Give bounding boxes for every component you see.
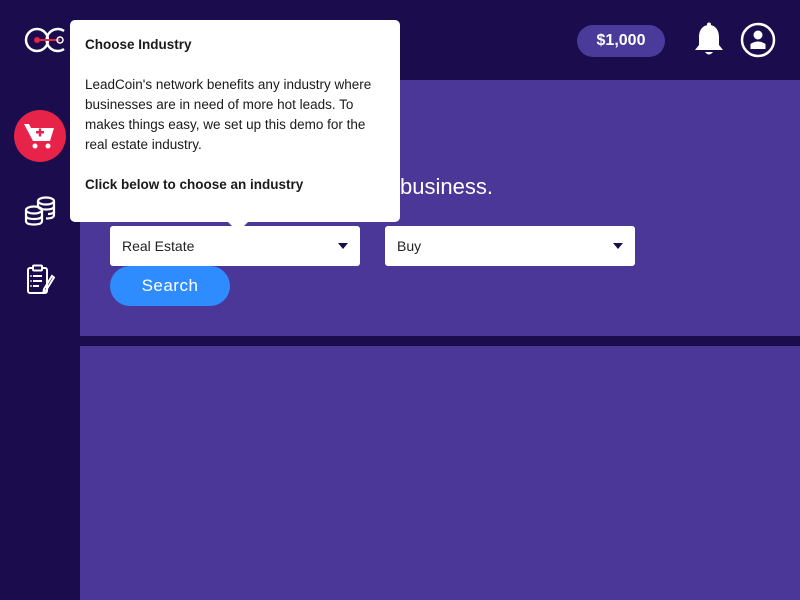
buy-sell-select[interactable]: Buy <box>385 226 635 266</box>
user-circle-icon[interactable] <box>740 22 776 58</box>
leadcoin-logo-icon[interactable] <box>24 24 70 56</box>
chevron-down-icon <box>613 243 623 249</box>
sidebar-item-marketplace[interactable] <box>14 110 66 162</box>
industry-select-value: Real Estate <box>122 238 195 254</box>
clipboard-edit-icon <box>27 264 55 294</box>
tooltip-arrow <box>228 222 248 232</box>
sidebar-item-leads[interactable] <box>14 254 66 306</box>
coins-stack-icon <box>24 196 56 226</box>
divider <box>80 336 800 346</box>
tooltip-cta: Click below to choose an industry <box>85 177 304 192</box>
sidebar-item-wallet[interactable] <box>14 184 66 236</box>
onboarding-tooltip: Choose Industry LeadCoin's network benef… <box>70 20 400 232</box>
sidebar <box>0 80 80 600</box>
hero-heading: business. <box>400 174 493 199</box>
cart-plus-icon <box>24 124 54 149</box>
bell-icon[interactable] <box>693 22 725 58</box>
results-panel <box>80 346 800 600</box>
chevron-down-icon <box>338 243 348 249</box>
tooltip-body: LeadCoin's network benefits any industry… <box>85 77 372 152</box>
buy-sell-select-value: Buy <box>397 238 422 254</box>
balance-badge[interactable]: $1,000 <box>577 25 665 57</box>
tooltip-title: Choose Industry <box>85 37 192 52</box>
industry-select[interactable]: Real Estate <box>110 226 360 266</box>
search-button[interactable]: Search <box>110 266 230 306</box>
